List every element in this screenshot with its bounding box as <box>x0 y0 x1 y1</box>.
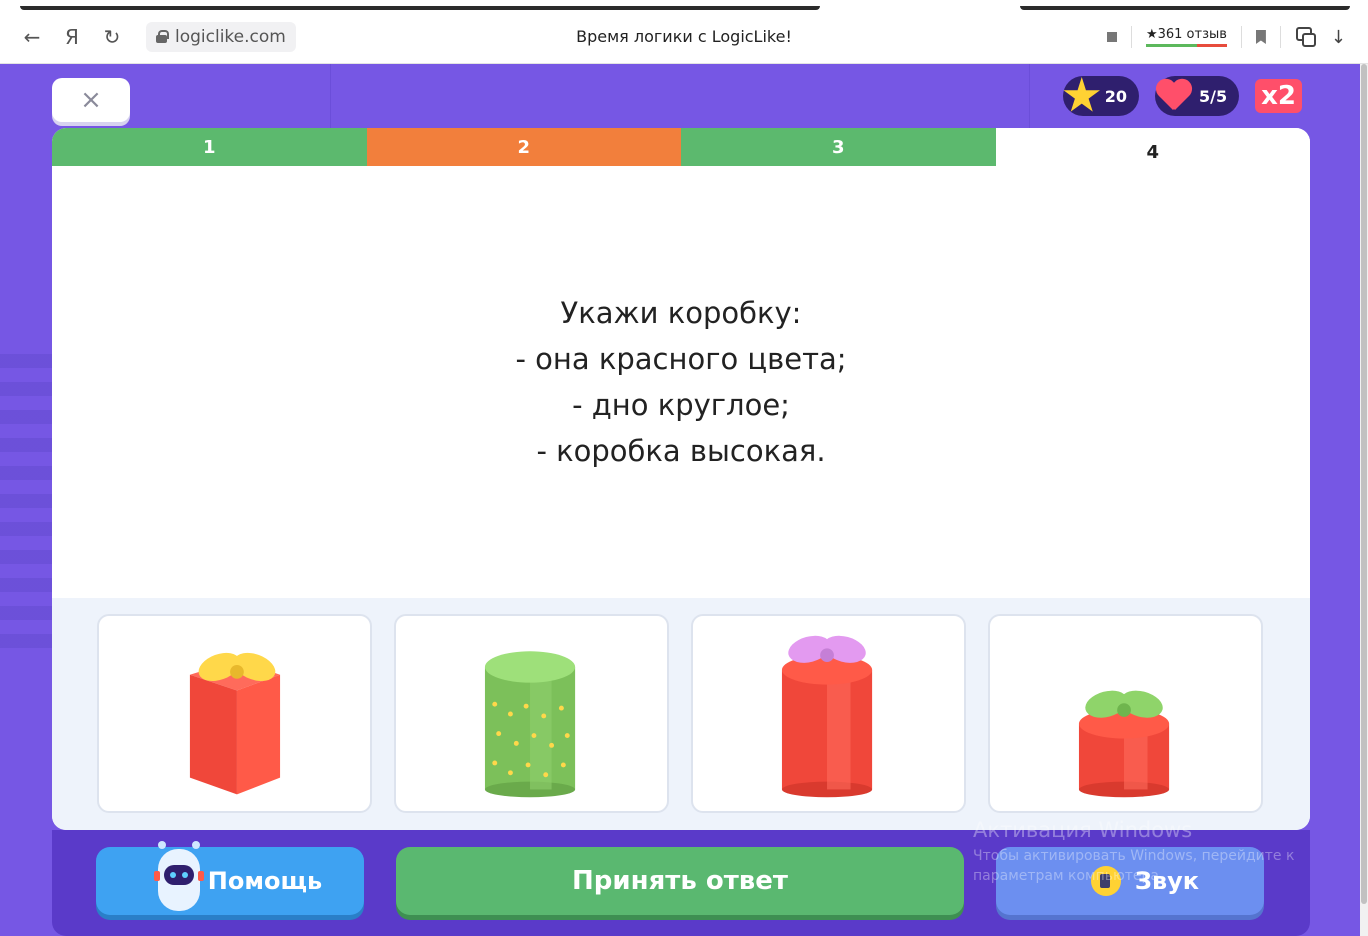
extension-icon[interactable] <box>1295 26 1317 48</box>
answer-option-2[interactable] <box>394 614 669 813</box>
multiplier-badge: x2 <box>1255 79 1302 113</box>
question-line: - коробка высокая. <box>536 434 826 468</box>
browser-top-edge <box>0 0 1368 10</box>
tab-task-4[interactable]: 4 <box>995 128 1310 166</box>
background-decoration <box>0 354 52 654</box>
scrollbar-thumb[interactable] <box>1361 64 1367 904</box>
lives-counter: 5/5 <box>1155 76 1240 116</box>
browser-right-tools: ★361 отзыв ↓ <box>1106 10 1346 64</box>
star-icon <box>1063 77 1100 112</box>
url-text: logiclike.com <box>175 26 286 47</box>
download-icon[interactable]: ↓ <box>1331 27 1346 48</box>
yandex-icon[interactable]: Я <box>52 17 92 57</box>
robot-icon <box>154 841 204 911</box>
separator <box>1130 26 1132 48</box>
tab-task-3[interactable]: 3 <box>681 128 996 166</box>
sound-button[interactable]: Звук <box>996 847 1264 915</box>
app-area: × 20 5/5 x2 1 2 3 4 Укажи коробку: - она… <box>0 64 1360 936</box>
lock-icon <box>156 30 169 43</box>
speaker-icon <box>1090 866 1121 896</box>
page-scrollbar[interactable] <box>1360 64 1368 936</box>
answer-option-1[interactable] <box>97 614 372 813</box>
bottom-bar: Помощь Принять ответ Звук <box>52 830 1310 936</box>
tab-task-1[interactable]: 1 <box>52 128 367 166</box>
comment-icon[interactable] <box>1106 32 1117 42</box>
red-short-round-gift-box-icon <box>1078 690 1170 798</box>
answer-option-4[interactable] <box>988 614 1263 813</box>
stats-bar: 20 5/5 x2 <box>1062 74 1302 118</box>
close-button[interactable]: × <box>52 78 130 122</box>
heart-icon <box>1155 78 1193 114</box>
back-button[interactable]: ← <box>12 17 52 57</box>
task-progress-tabs: 1 2 3 4 <box>52 128 1310 166</box>
tab-task-2[interactable]: 2 <box>366 128 681 166</box>
browser-toolbar: ← Я ↻ logiclike.com Время логики с Logic… <box>0 10 1368 64</box>
sound-label: Звук <box>1134 867 1200 895</box>
separator <box>1279 26 1281 48</box>
answer-option-3[interactable] <box>691 614 966 813</box>
question-line: - дно круглое; <box>572 388 790 422</box>
green-dotted-round-box-icon <box>484 651 576 798</box>
question-line: - она красного цвета; <box>515 342 847 376</box>
stars-counter: 20 <box>1062 76 1140 116</box>
bookmark-icon[interactable] <box>1255 30 1266 44</box>
red-square-gift-box-icon <box>189 652 281 795</box>
separator <box>1240 26 1242 48</box>
accept-answer-button[interactable]: Принять ответ <box>396 847 964 915</box>
help-button[interactable]: Помощь <box>96 841 364 915</box>
question-text: Укажи коробку: - она красного цвета; - д… <box>52 166 1310 598</box>
answer-options <box>52 598 1310 830</box>
lives-value: 5/5 <box>1199 86 1228 106</box>
background-decoration <box>330 64 1030 128</box>
question-line: Укажи коробку: <box>560 296 802 330</box>
reviews-link[interactable]: ★361 отзыв <box>1145 27 1227 47</box>
address-bar[interactable]: logiclike.com <box>146 21 296 52</box>
red-tall-round-gift-box-icon <box>781 635 873 798</box>
task-card: 1 2 3 4 Укажи коробку: - она красного цв… <box>52 128 1310 830</box>
stars-value: 20 <box>1104 86 1128 106</box>
reload-button[interactable]: ↻ <box>92 17 132 57</box>
help-label: Помощь <box>207 867 323 895</box>
